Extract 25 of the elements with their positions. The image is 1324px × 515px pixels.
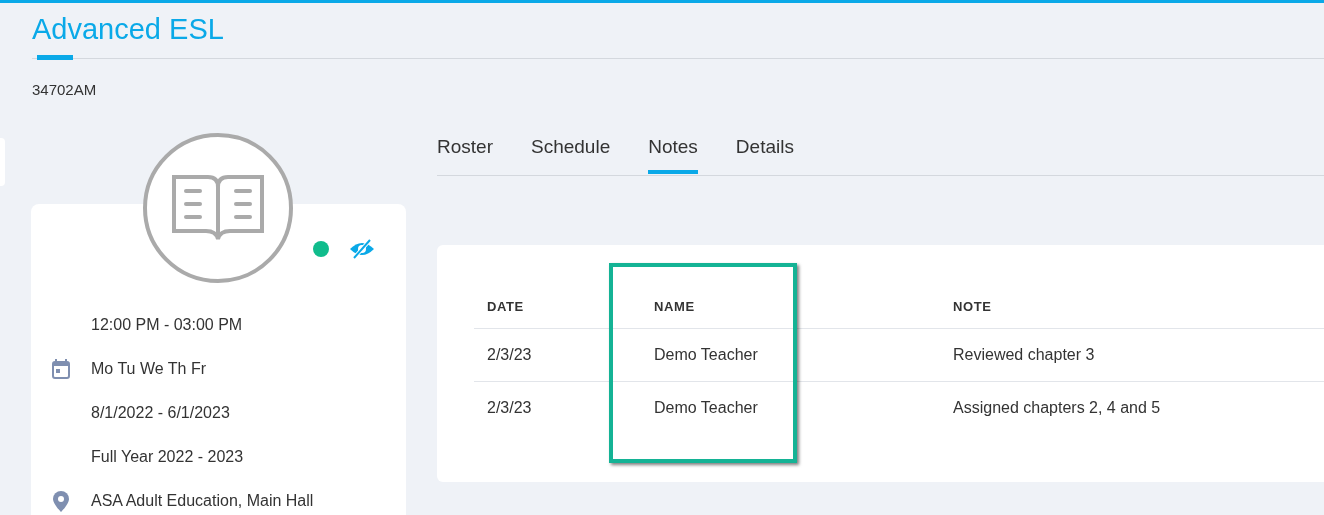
eye-slash-icon[interactable] xyxy=(349,238,375,260)
page-title: Advanced ESL xyxy=(32,12,225,46)
tab[interactable]: Details xyxy=(735,120,794,174)
course-info-text: Full Year 2022 - 2023 xyxy=(91,447,244,467)
tab[interactable]: Roster xyxy=(437,120,493,174)
tab[interactable]: Notes xyxy=(648,120,698,174)
course-info-text: Mo Tu We Th Fr xyxy=(91,359,206,379)
column-header: NOTE xyxy=(940,285,1324,329)
table-cell: Demo Teacher xyxy=(641,381,940,434)
course-info-text: 12:00 PM - 03:00 PM xyxy=(91,315,243,335)
location-pin-icon xyxy=(53,490,69,512)
column-header: DATE xyxy=(474,285,641,329)
table-cell: Demo Teacher xyxy=(641,328,940,382)
column-header: NAME xyxy=(641,285,940,329)
course-info-text: ASA Adult Education, Main Hall xyxy=(91,491,314,511)
course-info-text: 8/1/2022 - 6/1/2023 xyxy=(91,403,230,423)
title-underline xyxy=(37,55,73,60)
calendar-icon xyxy=(52,359,70,379)
course-code: 34702AM xyxy=(32,81,98,98)
tab[interactable]: Schedule xyxy=(530,120,611,174)
table-cell: Reviewed chapter 3 xyxy=(940,328,1324,382)
table-cell: 2/3/23 xyxy=(474,381,641,434)
table-cell: 2/3/23 xyxy=(474,328,641,382)
book-icon xyxy=(170,175,266,241)
table-cell: Assigned chapters 2, 4 and 5 xyxy=(940,381,1324,434)
